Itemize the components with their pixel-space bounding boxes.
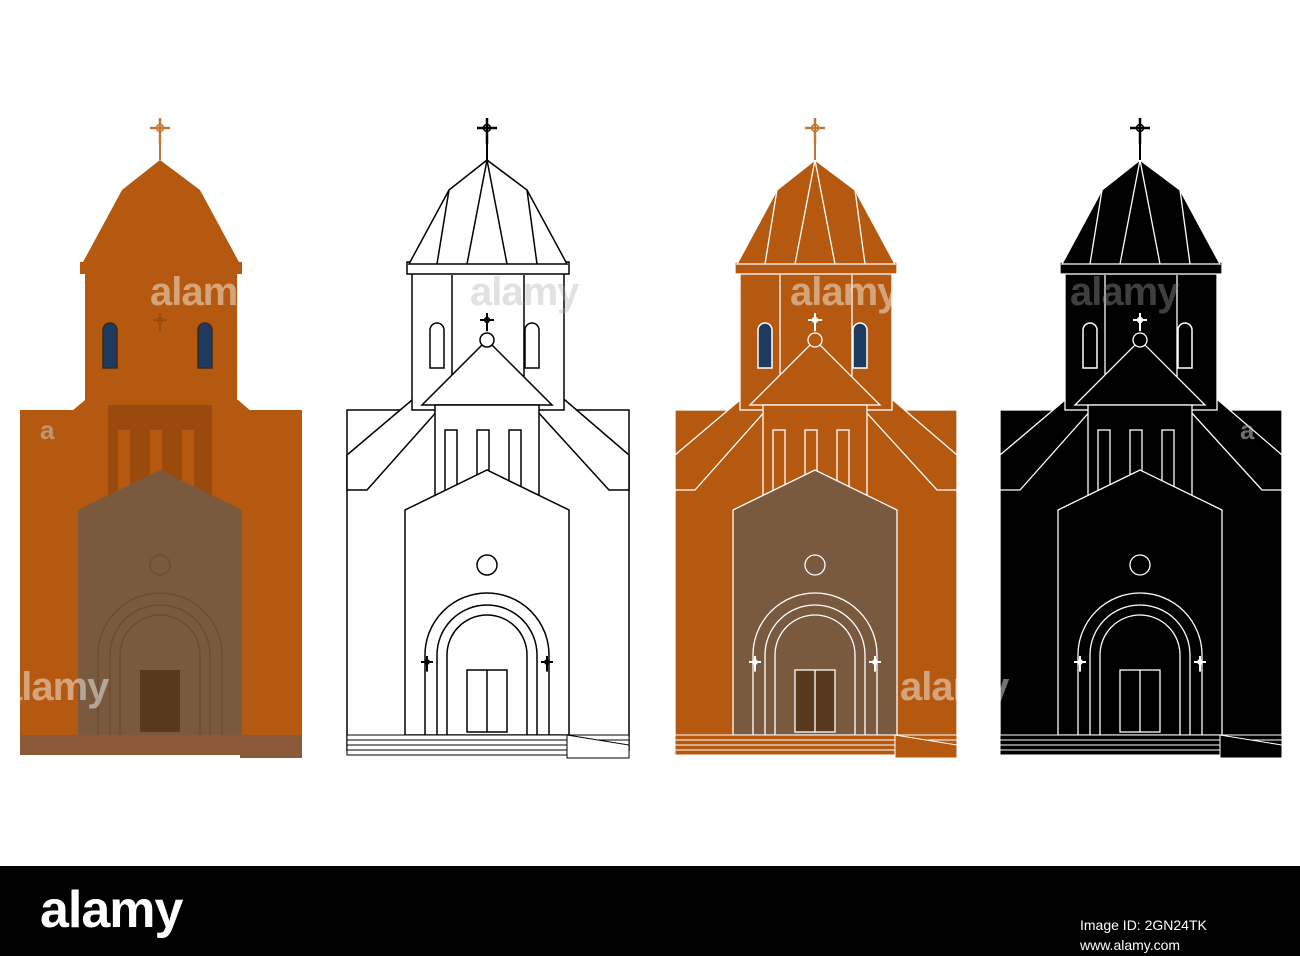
church-flat-color bbox=[20, 118, 302, 758]
watermark-4: alamy bbox=[1070, 270, 1179, 314]
tower-window bbox=[757, 322, 773, 369]
stock-url-text: www.alamy.com bbox=[1080, 937, 1181, 953]
church-outline bbox=[346, 118, 630, 759]
watermark-5: alamy bbox=[0, 665, 109, 709]
tower-window bbox=[1082, 322, 1098, 369]
alamy-logo: alamy bbox=[40, 881, 183, 939]
tower-window bbox=[429, 322, 445, 369]
tower-roof bbox=[82, 160, 240, 264]
watermark-3: alamy bbox=[790, 270, 899, 314]
watermark-6: alamy bbox=[900, 665, 1009, 709]
door bbox=[140, 670, 180, 732]
tower-window bbox=[1177, 322, 1193, 369]
watermark-2: alamy bbox=[470, 270, 579, 314]
illustration-stage: alamy alamy alamy alamy alamy alamy a a bbox=[0, 0, 1300, 866]
watermark-side-1: a bbox=[40, 415, 55, 445]
watermark-1: alamy bbox=[150, 270, 259, 314]
tower-window bbox=[102, 322, 118, 369]
watermark-side-2: a bbox=[1240, 415, 1255, 445]
tower-window bbox=[852, 322, 868, 369]
churches-svg bbox=[20, 118, 1283, 759]
belfry-dome bbox=[1132, 332, 1148, 348]
tower-window bbox=[197, 322, 213, 369]
tower-roof bbox=[1060, 159, 1222, 265]
tower-roof bbox=[735, 159, 897, 265]
image-id-text: Image ID: 2GN24TK bbox=[1080, 917, 1207, 933]
belfry-dome bbox=[807, 332, 823, 348]
tower-window bbox=[524, 322, 540, 369]
tower-roof bbox=[407, 159, 569, 265]
footer-bar: alamy Image ID: 2GN24TK www.alamy.com bbox=[0, 866, 1300, 956]
belfry-dome bbox=[479, 332, 495, 348]
church-color-with-white-lines bbox=[674, 118, 958, 759]
